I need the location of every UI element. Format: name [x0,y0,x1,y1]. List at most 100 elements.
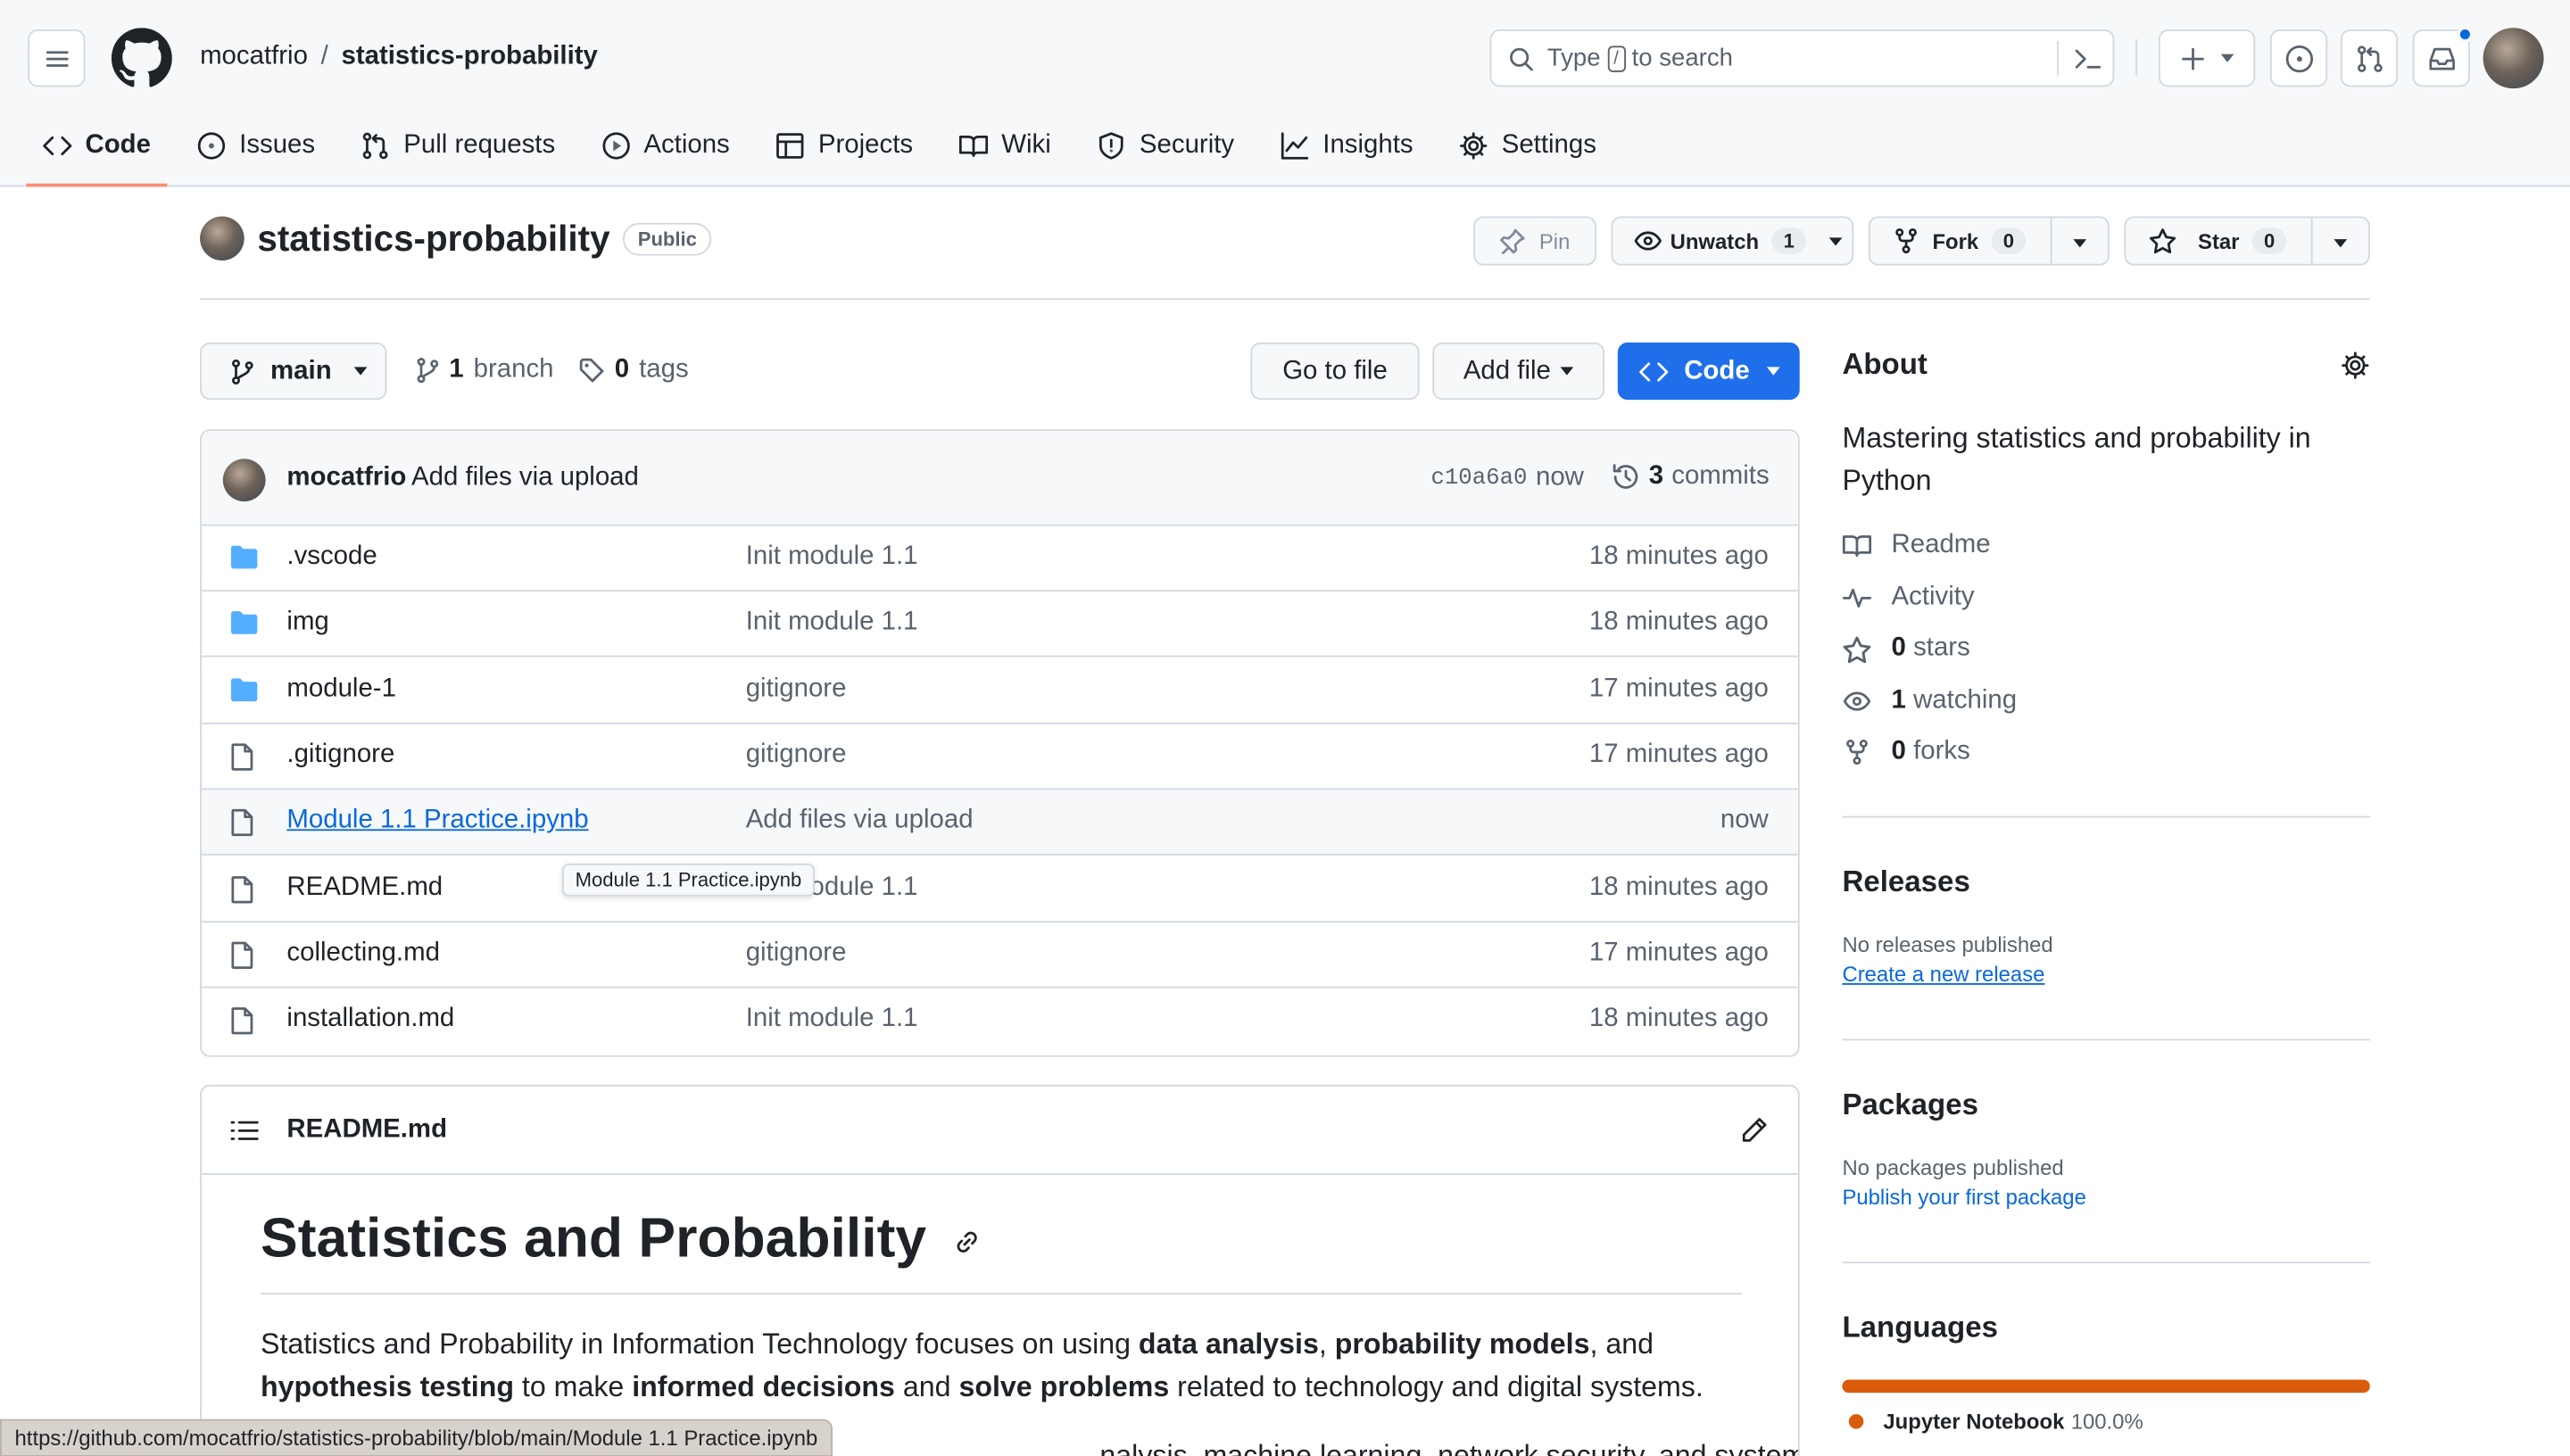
file-row[interactable]: img Init module 1.1 18 minutes ago [201,592,1798,658]
pin-button[interactable]: Pin [1473,216,1596,266]
bold-text: informed decisions [632,1369,895,1403]
text: to make [514,1369,633,1403]
search-input[interactable]: Type / to search [1489,29,2115,87]
folder-icon-wrap [229,610,259,636]
file-row[interactable]: module-1 gitignore 17 minutes ago [201,658,1798,724]
tab-settings[interactable]: Settings [1443,108,1613,183]
tab-wiki[interactable]: Wiki [942,108,1067,183]
chevron-down-icon [1560,367,1574,376]
file-commit-message[interactable]: gitignore [746,740,847,770]
tag-icon [579,358,604,383]
fork-icon [1895,228,1917,254]
file-row[interactable]: README.md Init module 1.1 18 minutes ago [201,856,1798,922]
file-row[interactable]: .gitignore gitignore 17 minutes ago [201,724,1798,790]
branches-count: 1 [449,355,464,384]
unwatch-button[interactable]: Unwatch 1 [1611,216,1854,266]
code-label: Code [1684,356,1750,385]
create-new-button[interactable] [2158,29,2256,87]
play-icon [601,132,630,160]
repo-name[interactable]: statistics-probability [257,217,609,260]
file-name[interactable]: collecting.md [286,939,440,968]
file-name[interactable]: Module 1.1 Practice.ipynb [286,807,588,836]
activity-link[interactable]: Activity [1842,583,1975,613]
readme-link[interactable]: Readme [1842,531,1991,560]
branch-selector[interactable]: main [200,342,387,401]
file-name[interactable]: img [286,608,328,638]
gear-icon[interactable] [2341,351,2370,380]
watching-link[interactable]: 1 watching [1842,687,2017,716]
code-icon [1638,361,1668,381]
tab-label: Pull requests [403,130,556,160]
commit-author[interactable]: mocatfrio [286,464,406,493]
file-commit-message[interactable]: Init module 1.1 [746,1005,918,1034]
add-file-button[interactable]: Add file [1432,342,1605,401]
issue-opened-icon [2284,45,2313,72]
command-palette-icon[interactable] [2073,46,2102,71]
search-divider [2057,40,2059,76]
file-commit-message[interactable]: Init module 1.1 [746,542,918,572]
file-row[interactable]: .vscode Init module 1.1 18 minutes ago [201,526,1798,592]
user-avatar[interactable] [2483,28,2544,89]
sidebar-divider [1842,1038,2370,1041]
notification-dot [2457,26,2474,43]
create-release-link[interactable]: Create a new release [1842,962,2369,987]
file-name[interactable]: .vscode [286,542,377,572]
file-commit-message[interactable]: Add files via upload [746,807,974,836]
packages-heading[interactable]: Packages [1842,1088,2369,1123]
latest-commit-bar: mocatfrio Add files via upload c10a6a0 n… [201,431,1798,526]
chevron-down-icon[interactable] [2334,239,2348,248]
menu-button[interactable] [28,29,86,87]
publish-package-link[interactable]: Publish your first package [1842,1185,2369,1210]
pencil-icon[interactable] [1739,1116,1769,1146]
stars-link[interactable]: 0 stars [1842,633,1970,664]
about-heading: About [1842,347,1928,381]
file-row[interactable]: Module 1.1 Practice.ipynb Add files via u… [201,790,1798,856]
link-icon[interactable] [952,1228,982,1257]
branches-link[interactable]: 1 branch [417,355,553,385]
tags-link[interactable]: 0 tags [578,356,689,385]
owner-link[interactable]: mocatfrio [200,43,308,72]
folder-icon-wrap [229,544,259,570]
file-name[interactable]: .gitignore [286,740,394,770]
pull-request-icon [363,132,388,160]
issues-button[interactable] [2269,29,2328,87]
file-row[interactable]: collecting.md gitignore 17 minutes ago [201,922,1798,989]
releases-heading[interactable]: Releases [1842,865,2369,900]
github-logo[interactable] [111,28,172,88]
file-name[interactable]: README.md [286,873,443,902]
file-commit-message[interactable]: gitignore [746,939,847,968]
tab-pull-requests[interactable]: Pull requests [344,108,571,183]
tab-insights[interactable]: Insights [1264,108,1430,183]
stars-label: stars [1913,633,1970,663]
tab-code[interactable]: Code [26,108,168,187]
language-item[interactable]: Jupyter Notebook 100.0% [1842,1410,2369,1434]
commit-sha[interactable]: c10a6a0 [1430,466,1527,492]
commit-author-avatar[interactable] [222,459,266,502]
commits-link[interactable]: 3 commits [1611,462,1770,492]
forks-link[interactable]: 0 forks [1842,738,1970,767]
tab-issues[interactable]: Issues [180,108,331,183]
link-preview-statusbar: https://github.com/mocatfrio/statistics-… [0,1419,833,1456]
fork-button[interactable]: Fork 0 [1868,216,2110,266]
activity-link-label: Activity [1891,583,1975,612]
repo-link[interactable]: statistics-probability [341,43,597,72]
go-to-file-button[interactable]: Go to file [1250,342,1420,401]
file-icon-wrap [229,1006,255,1036]
file-commit-message[interactable]: gitignore [746,674,847,704]
commit-message[interactable]: Add files via upload [411,464,639,493]
star-button[interactable]: Star 0 [2124,216,2370,266]
file-row[interactable]: installation.md Init module 1.1 18 minutes… [202,989,1798,1054]
owner-avatar[interactable] [200,216,245,261]
tab-actions[interactable]: Actions [584,108,746,183]
list-icon[interactable] [229,1118,259,1144]
chevron-down-icon[interactable] [2073,239,2087,248]
code-button[interactable]: Code [1617,342,1800,401]
tab-security[interactable]: Security [1081,108,1251,183]
tab-projects[interactable]: Projects [759,108,930,183]
file-commit-message[interactable]: Init module 1.1 [746,608,918,638]
file-name[interactable]: module-1 [286,674,396,704]
pull-requests-button[interactable] [2340,29,2399,87]
gear-icon [1460,132,1488,160]
file-name[interactable]: installation.md [286,1005,454,1034]
bold-text: probability models [1334,1327,1590,1361]
